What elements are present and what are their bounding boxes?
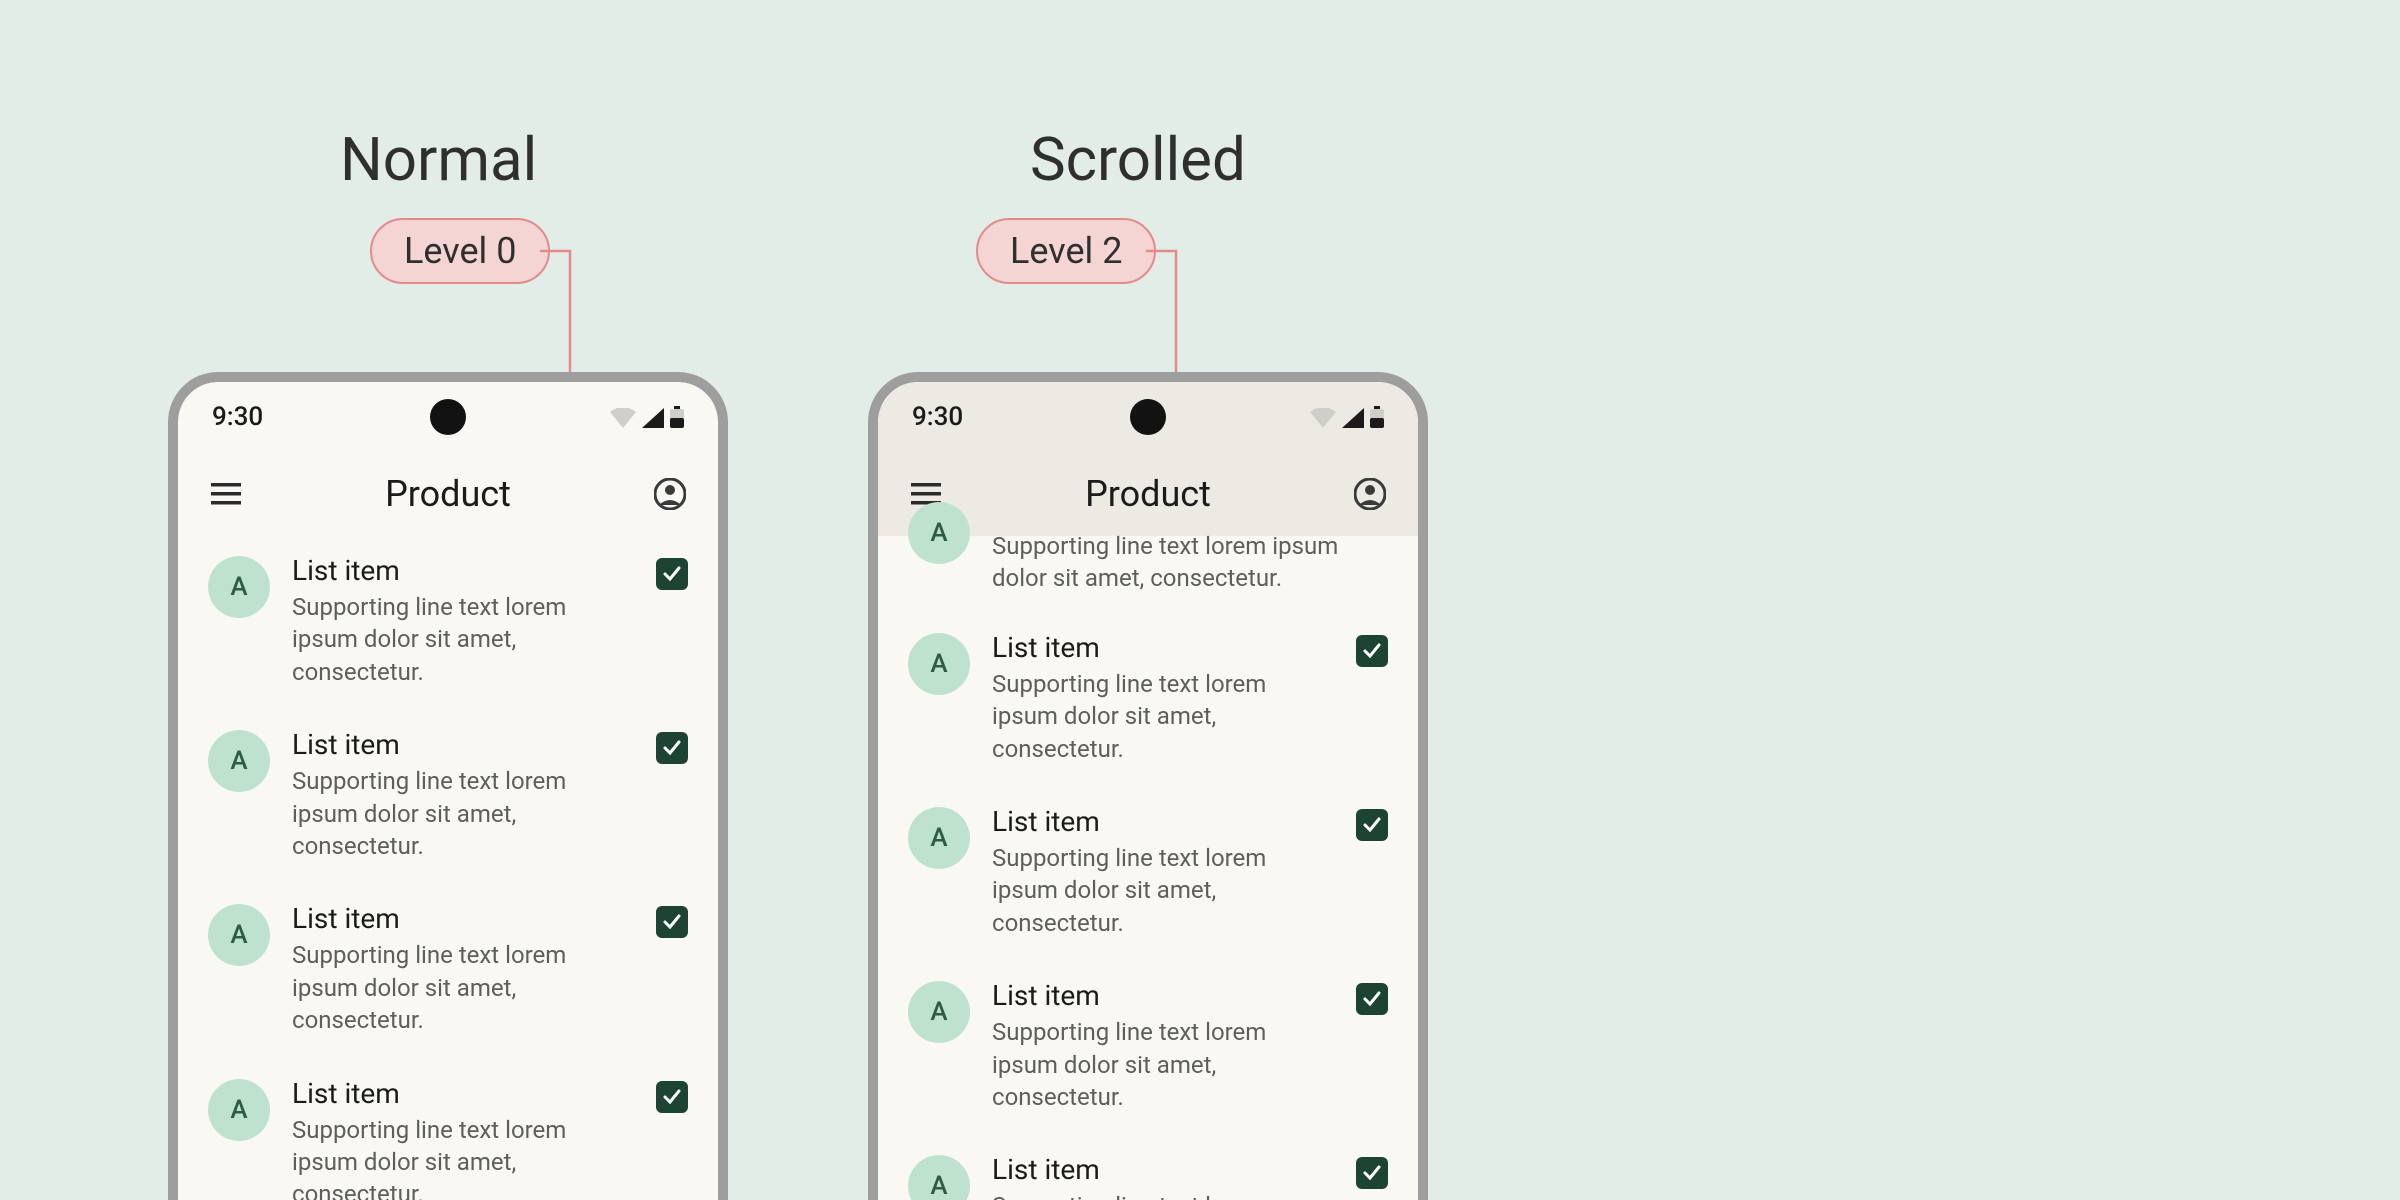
avatar: A [208,556,270,618]
app-bar-title: Product [966,473,1330,515]
list-item[interactable]: A List item Supporting line text lorem i… [904,1135,1392,1200]
badge-level-2: Level 2 [976,218,1156,284]
list-item-supporting: Supporting line text lorem ipsum dolor s… [292,765,634,862]
list-item-title: List item [992,631,1334,664]
menu-button[interactable] [206,474,246,514]
list-item[interactable]: A List item Supporting line text lorem i… [204,536,692,710]
wifi-icon [610,408,636,428]
signal-icon [1342,408,1364,428]
check-icon [662,912,682,932]
battery-icon [670,406,684,428]
list-item-title: List item [292,728,634,761]
list-item[interactable]: A List item Supporting line text lorem i… [904,613,1392,787]
avatar: A [208,1079,270,1141]
list-item-supporting: Supporting line text lorem ipsum dolor s… [992,1190,1334,1200]
avatar: A [208,904,270,966]
camera-cutout [430,399,466,435]
check-icon [1362,1163,1382,1183]
list-item[interactable]: A List item Supporting line text lorem i… [204,1059,692,1200]
hamburger-icon [211,483,241,505]
avatar: A [908,633,970,695]
list-item-partial[interactable]: A Supporting line text lorem ipsum dolor… [878,530,1418,613]
account-circle-icon [654,478,686,510]
status-time: 9:30 [212,402,263,432]
phone-mockup-normal: 9:30 Product A List item Supporting line… [168,372,728,1200]
list-content[interactable]: A List item Supporting line text lorem i… [878,613,1418,1200]
wifi-icon [1310,408,1336,428]
status-bar: 9:30 [878,382,1418,452]
status-bar: 9:30 [178,382,718,452]
app-bar: Product [178,452,718,536]
avatar: A [908,1155,970,1200]
checkbox[interactable] [656,906,688,938]
list-item-supporting: Supporting line text lorem ipsum dolor s… [292,1114,634,1200]
list-item-title: List item [292,902,634,935]
status-icons [1310,406,1384,428]
phone-mockup-scrolled: 9:30 Product A Supporting line text lore… [868,372,1428,1200]
check-icon [662,738,682,758]
signal-icon [642,408,664,428]
check-icon [662,564,682,584]
status-time: 9:30 [912,402,963,432]
status-icons [610,406,684,428]
check-icon [662,1087,682,1107]
list-item-supporting: Supporting line text lorem ipsum dolor s… [292,591,634,688]
list-item-title: List item [992,805,1334,838]
camera-cutout [1130,399,1166,435]
avatar: A [908,981,970,1043]
check-icon [1362,641,1382,661]
heading-scrolled: Scrolled [1030,124,1246,195]
account-button[interactable] [1350,474,1390,514]
list-item[interactable]: A List item Supporting line text lorem i… [904,787,1392,961]
list-item[interactable]: A List item Supporting line text lorem i… [904,961,1392,1135]
list-item-title: List item [292,554,634,587]
list-item-supporting: Supporting line text lorem ipsum dolor s… [992,668,1334,765]
checkbox[interactable] [1356,635,1388,667]
checkbox[interactable] [1356,809,1388,841]
heading-normal: Normal [340,124,537,195]
list-content[interactable]: A List item Supporting line text lorem i… [178,536,718,1200]
list-item-title: List item [292,1077,634,1110]
checkbox[interactable] [656,558,688,590]
checkbox[interactable] [1356,1157,1388,1189]
account-button[interactable] [650,474,690,514]
list-item-supporting: Supporting line text lorem ipsum dolor s… [992,842,1334,939]
check-icon [1362,815,1382,835]
list-item-supporting: Supporting line text lorem ipsum dolor s… [992,530,1388,595]
avatar: A [908,502,970,564]
checkbox[interactable] [1356,983,1388,1015]
account-circle-icon [1354,478,1386,510]
checkbox[interactable] [656,732,688,764]
list-item-title: List item [992,979,1334,1012]
list-item[interactable]: A List item Supporting line text lorem i… [204,884,692,1058]
list-item[interactable]: A List item Supporting line text lorem i… [204,710,692,884]
avatar: A [208,730,270,792]
avatar: A [908,807,970,869]
list-item-supporting: Supporting line text lorem ipsum dolor s… [292,939,634,1036]
checkbox[interactable] [656,1081,688,1113]
battery-icon [1370,406,1384,428]
badge-level-0: Level 0 [370,218,550,284]
list-item-title: List item [992,1153,1334,1186]
list-item-supporting: Supporting line text lorem ipsum dolor s… [992,1016,1334,1113]
app-bar-title: Product [266,473,630,515]
check-icon [1362,989,1382,1009]
